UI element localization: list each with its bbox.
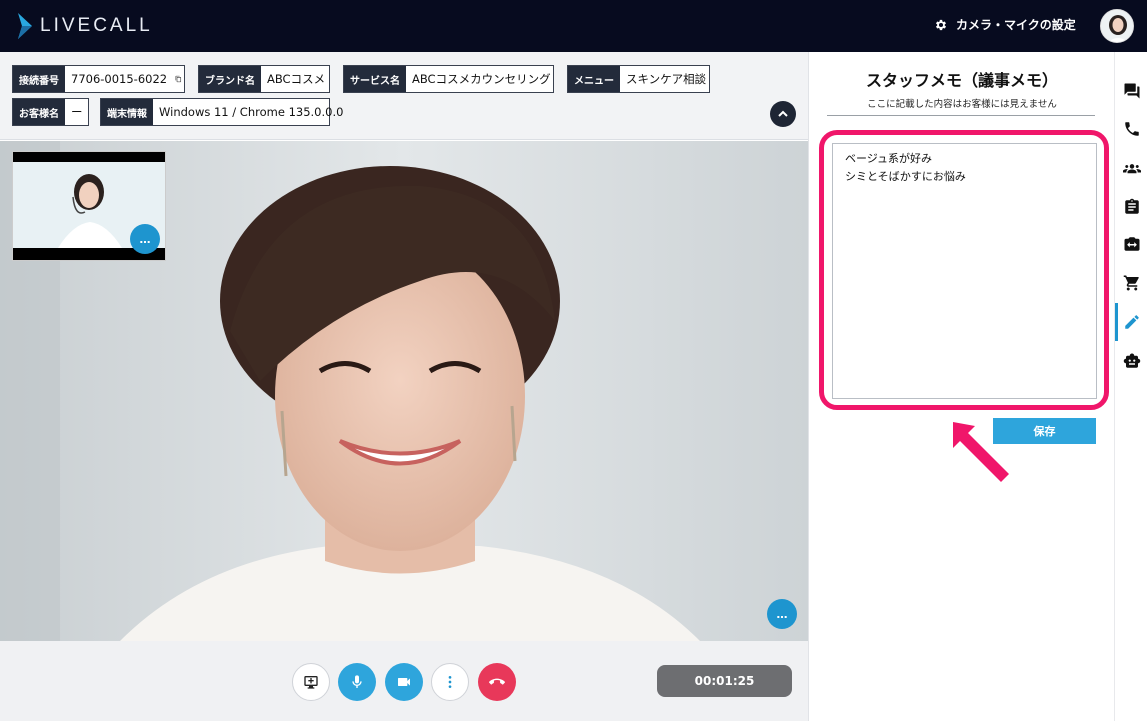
livecall-logo: LIVECALL — [18, 12, 153, 40]
camera-button[interactable] — [385, 663, 423, 701]
menu-label: メニュー — [568, 66, 620, 92]
remote-video: … … — [0, 141, 808, 641]
device-info-value: Windows 11 / Chrome 135.0.0.0 — [159, 105, 344, 119]
device-info-field: 端末情報 Windows 11 / Chrome 135.0.0.0 — [100, 98, 343, 126]
brand-label: ブランド名 — [199, 66, 261, 92]
logo-text: LIVECALL — [40, 15, 153, 36]
menu-value: スキンケア相談 — [626, 72, 707, 86]
customer-name-field: お客様名 ー — [12, 98, 89, 126]
robot-icon — [1123, 353, 1140, 368]
chevron-up-icon — [778, 110, 788, 117]
customer-name-value: ー — [71, 105, 83, 119]
screen-share-icon — [304, 676, 318, 689]
service-label: サービス名 — [344, 66, 406, 92]
rail-camera-switch[interactable] — [1115, 229, 1147, 259]
menu-field: メニュー スキンケア相談 — [567, 65, 710, 93]
gear-icon — [935, 19, 947, 30]
people-icon — [1122, 164, 1141, 174]
rail-participants[interactable] — [1115, 153, 1147, 183]
hang-up-icon — [489, 678, 505, 685]
connection-number-value: 7706-0015-6022 — [71, 72, 168, 86]
microphone-button[interactable] — [338, 663, 376, 701]
divider — [827, 115, 1095, 116]
rail-cart[interactable] — [1115, 268, 1147, 298]
rail-phone[interactable] — [1115, 114, 1147, 144]
staff-memo-panel: スタッフメモ（議事メモ） ここに記載した内容はお客様には見えません ベージュ系が… — [808, 52, 1114, 721]
connection-number-label: 接続番号 — [13, 66, 65, 92]
microphone-icon — [352, 675, 362, 688]
end-call-button[interactable] — [478, 663, 516, 701]
memo-panel-title: スタッフメモ（議事メモ） — [865, 71, 1058, 90]
pencil-icon — [1124, 315, 1139, 329]
phone-icon — [1124, 122, 1139, 136]
session-info-bar: 接続番号 7706-0015-6022 ブランド名 ABCコスメ サービス名 A… — [0, 52, 808, 140]
more-icon: … — [776, 607, 788, 621]
customer-name-label: お客様名 — [13, 99, 65, 125]
brand-value: ABCコスメ — [267, 72, 326, 86]
avatar-person-icon — [1101, 10, 1133, 42]
memo-textarea[interactable]: ベージュ系が好み シミとそばかすにお悩み — [832, 143, 1097, 399]
self-view-video[interactable]: … — [12, 151, 166, 261]
rail-chat[interactable] — [1115, 76, 1147, 106]
screen-share-button[interactable] — [292, 663, 330, 701]
logo-mark-icon — [18, 13, 32, 39]
rail-bot[interactable] — [1115, 346, 1147, 376]
rail-clipboard[interactable] — [1115, 192, 1147, 222]
connection-number-field: 接続番号 7706-0015-6022 — [12, 65, 185, 93]
camera-mic-settings-button[interactable]: カメラ・マイクの設定 — [934, 16, 1076, 33]
user-avatar[interactable] — [1100, 9, 1134, 43]
memo-highlight-frame: ベージュ系が好み シミとそばかすにお悩み — [819, 130, 1109, 410]
app-header: LIVECALL カメラ・マイクの設定 — [0, 0, 1147, 52]
video-camera-icon — [398, 678, 410, 686]
rail-memo[interactable] — [1115, 303, 1147, 341]
chat-icon — [1124, 83, 1139, 99]
memo-panel-subtitle: ここに記載した内容はお客様には見えません — [867, 99, 1057, 110]
device-info-label: 端末情報 — [101, 99, 153, 125]
more-icon: … — [139, 232, 151, 246]
service-value: ABCコスメカウンセリング — [412, 72, 551, 86]
camera-switch-icon — [1124, 237, 1139, 251]
vertical-dots-icon — [448, 676, 452, 688]
call-timer: 00:01:25 — [657, 665, 792, 697]
more-options-button[interactable] — [431, 663, 469, 701]
service-field: サービス名 ABCコスメカウンセリング — [343, 65, 554, 93]
self-view-more-button[interactable]: … — [130, 224, 160, 254]
collapse-info-button[interactable] — [770, 101, 796, 127]
settings-label: カメラ・マイクの設定 — [956, 18, 1076, 32]
copy-icon[interactable] — [175, 70, 182, 88]
remote-video-more-button[interactable]: … — [767, 599, 797, 629]
cart-icon — [1123, 275, 1139, 291]
clipboard-icon — [1124, 198, 1139, 214]
save-button[interactable]: 保存 — [993, 418, 1096, 444]
rail-active-indicator — [1115, 303, 1118, 341]
side-rail — [1114, 52, 1147, 721]
brand-field: ブランド名 ABCコスメ — [198, 65, 330, 93]
call-controls: 00:01:25 — [0, 641, 808, 721]
